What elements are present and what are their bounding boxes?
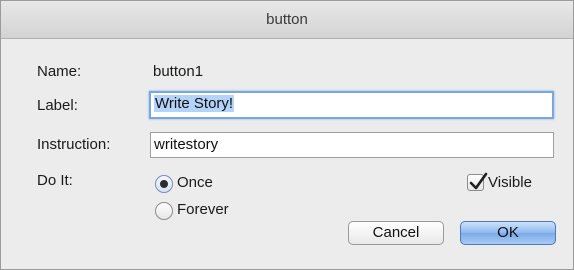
instruction-label: Instruction: [37,136,111,153]
checkmark-icon [469,172,488,190]
visible-checkbox[interactable] [467,172,488,191]
name-value: button1 [153,63,204,80]
forever-label[interactable]: Forever [177,201,229,218]
forever-radio[interactable] [155,202,173,220]
cancel-button[interactable]: Cancel [348,221,444,245]
instruction-input[interactable]: writestory [150,132,554,158]
dialog-window: button Name: button1 Label: Write Story!… [0,0,574,270]
doit-label: Do It: [37,172,73,189]
label-label: Label: [37,97,78,114]
visible-label[interactable]: Visible [488,174,532,191]
label-input[interactable]: Write Story! [149,91,554,119]
ok-button[interactable]: OK [460,221,556,245]
instruction-input-text: writestory [154,136,219,153]
once-radio[interactable] [155,175,173,193]
name-label: Name: [37,63,82,80]
label-input-text: Write Story! [154,95,235,112]
once-label[interactable]: Once [177,174,213,191]
window-title: button [1,1,573,39]
